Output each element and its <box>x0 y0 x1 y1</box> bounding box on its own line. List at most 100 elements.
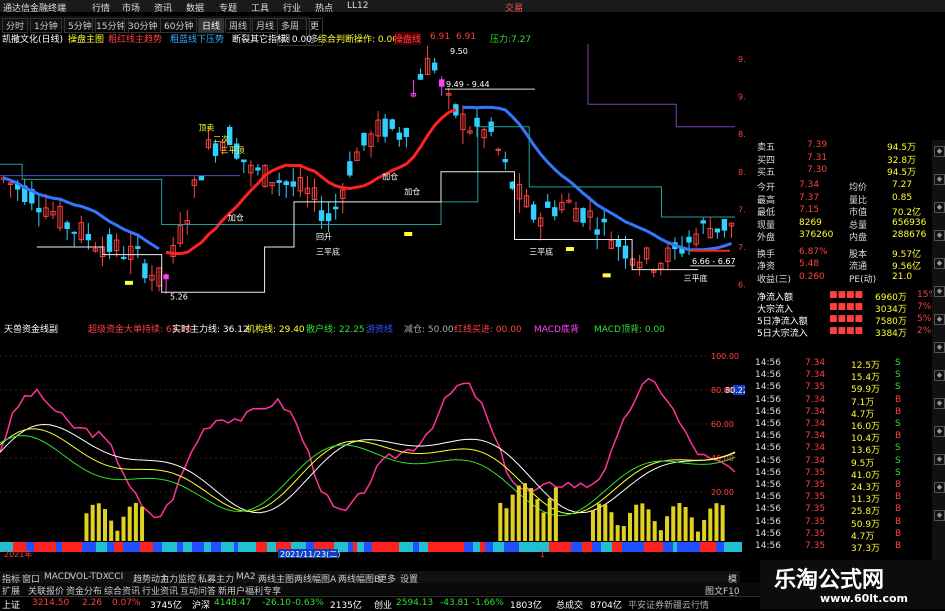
signal-strip <box>419 542 428 552</box>
tick-row[interactable]: 14:56 7.35 25.8万 B <box>755 504 935 517</box>
tick-row[interactable]: 14:56 7.34 13.6万 S <box>755 443 935 456</box>
signal-strip <box>446 542 457 552</box>
tick-row[interactable]: 14:56 7.34 10.4万 B <box>755 431 935 444</box>
tick-row[interactable]: 14:56 7.34 9.5万 S <box>755 456 935 469</box>
quote-row: 外盘 376260 内盘 288676 <box>757 230 937 243</box>
tick-row[interactable]: 14:56 7.35 11.3万 B <box>755 492 935 505</box>
candle-body <box>495 148 501 151</box>
quote-label: 最高 <box>757 195 776 206</box>
sub-indicator-name[interactable]: 天兽资金线副 <box>4 322 58 335</box>
tick-row[interactable]: 14:56 7.35 37.3万 B <box>755 541 935 554</box>
tick-price: 7.34 <box>805 431 826 442</box>
signal-strip <box>62 542 68 552</box>
chart-annotation: 二次 <box>213 134 229 144</box>
side-tool-icon[interactable]: ◆ <box>934 230 945 241</box>
tick-direction: B <box>895 541 902 551</box>
tick-direction: B <box>895 516 902 527</box>
tick-time: 14:56 <box>755 492 781 503</box>
volume-bar <box>708 508 713 541</box>
tick-row[interactable]: 14:56 7.35 24.3万 B <box>755 480 935 493</box>
side-tool-icon[interactable]: ◆ <box>934 398 945 409</box>
quote-value: 5.48 <box>799 259 820 269</box>
side-tool-icon[interactable]: ◆ <box>934 342 945 353</box>
candle-body <box>290 181 296 187</box>
side-tool-icon[interactable]: ◆ <box>934 370 945 381</box>
side-tool-icon[interactable]: ◆ <box>934 202 945 213</box>
side-tool-icon[interactable]: ◆ <box>934 258 945 269</box>
tick-volume: 24.3万 <box>851 483 881 493</box>
tick-direction: S <box>895 443 901 454</box>
flow-bar: ■■■■ <box>829 290 864 300</box>
signal-strip <box>211 542 221 552</box>
menu-item-data[interactable]: 数据 <box>186 1 204 14</box>
tick-direction: S <box>895 419 901 429</box>
quote-value: 7.34 <box>799 180 820 190</box>
tick-direction: S <box>895 358 901 368</box>
menu-item-industry[interactable]: 行业 <box>283 1 301 14</box>
left-low-label: 5.26 <box>170 293 188 302</box>
signal-strip <box>689 542 700 552</box>
side-tool-icon[interactable]: ◆ <box>934 510 945 521</box>
signal-strip <box>622 542 633 552</box>
sub-legend: MACD顶背: 0.00 <box>594 325 665 335</box>
tick-row[interactable]: 14:56 7.35 41.0万 S <box>755 468 935 481</box>
index-label[interactable]: 创业 <box>374 598 392 611</box>
candlestick-chart[interactable]: 9.509.008.508.007.507.006.50顶卖二次三平顶加仓加仓加… <box>0 44 745 326</box>
side-toolbar[interactable]: ◆ ◆ ◆ ◆ ◆ ◆ ◆ ◆ ◆ ◆ ◆ ◆ ◆ ◆ <box>932 140 945 560</box>
menu-item-tools[interactable]: 工具 <box>251 1 269 14</box>
quote-value: 7.30 <box>807 165 828 175</box>
fund-flow-indicator-chart[interactable]: 100.0080.0060.0040.0020.0080.222021年2021… <box>0 336 745 558</box>
side-tool-icon[interactable]: ◆ <box>934 454 945 465</box>
indicator-tab[interactable]: MA2 <box>236 572 256 582</box>
tick-row[interactable]: 14:56 7.35 4.7万 B <box>755 529 935 542</box>
quote-label: 净资 <box>757 262 776 272</box>
index-label[interactable]: 上证 <box>2 598 20 611</box>
volume-bar <box>109 520 114 541</box>
volume-bar <box>140 506 145 541</box>
tick-volume: 15.4万 <box>851 373 881 384</box>
signal-strip <box>267 542 276 552</box>
side-tool-icon[interactable]: ◆ <box>934 174 945 185</box>
signal-strip <box>86 542 92 552</box>
indicator-tab[interactable]: MACD <box>44 572 71 582</box>
tick-price: 7.35 <box>805 480 826 490</box>
menu-item-quote[interactable]: 行情 <box>92 1 110 14</box>
candle-body <box>163 274 169 280</box>
quote-label: 最低 <box>757 208 776 218</box>
candle-body <box>347 161 353 176</box>
indicator-tab[interactable]: CCI <box>108 572 123 582</box>
tick-row[interactable]: 14:56 7.34 15.4万 S <box>755 370 935 383</box>
side-tool-icon[interactable]: ◆ <box>934 146 945 157</box>
side-tool-icon[interactable]: ◆ <box>934 286 945 297</box>
candle-body <box>318 210 325 221</box>
watermark-title: 乐淘公式网 <box>774 568 885 593</box>
tick-direction: S <box>895 382 901 393</box>
volume-bar <box>133 503 138 541</box>
side-tool-icon[interactable]: ◆ <box>934 314 945 325</box>
tick-row[interactable]: 14:56 7.34 16.0万 S <box>755 419 935 432</box>
tick-row[interactable]: 14:56 7.35 59.9万 S <box>755 382 935 395</box>
side-tool-icon[interactable]: ◆ <box>934 482 945 493</box>
volume-bar <box>634 504 639 541</box>
indicator-tab[interactable]: VOL-TDX <box>70 572 109 582</box>
tick-list[interactable]: 14:56 7.34 12.5万 S 14:56 7.34 15.4万 S 14:56 7.35 5… <box>755 358 935 554</box>
volume-bar <box>603 504 608 541</box>
signal-strip <box>652 542 663 552</box>
index-label[interactable]: 沪深 <box>192 598 210 611</box>
menu-item-market[interactable]: 市场 <box>122 1 140 14</box>
trade-link[interactable]: 交易 <box>505 1 523 14</box>
tick-row[interactable]: 14:56 7.35 50.9万 B <box>755 517 935 530</box>
side-tool-icon[interactable]: ◆ <box>934 426 945 437</box>
menu-item-news[interactable]: 资讯 <box>154 1 172 14</box>
sub-axis-label: 60.00 <box>711 420 734 429</box>
tick-row[interactable]: 14:56 7.34 7.1万 B <box>755 395 935 408</box>
menu-item-ll12[interactable]: LL12 <box>347 1 368 11</box>
flow-value: 3384万 <box>875 329 907 339</box>
quote-row: 最低 7.15 市值 70.2亿 <box>757 205 937 218</box>
tick-row[interactable]: 14:56 7.34 12.5万 S <box>755 358 935 371</box>
quote-value: 376260 <box>799 230 834 240</box>
menu-item-topic[interactable]: 专题 <box>219 1 237 14</box>
menu-item-hot[interactable]: 热点 <box>315 1 333 14</box>
tick-row[interactable]: 14:56 7.34 4.7万 B <box>755 407 935 420</box>
date-label: 2021年 <box>4 549 32 558</box>
